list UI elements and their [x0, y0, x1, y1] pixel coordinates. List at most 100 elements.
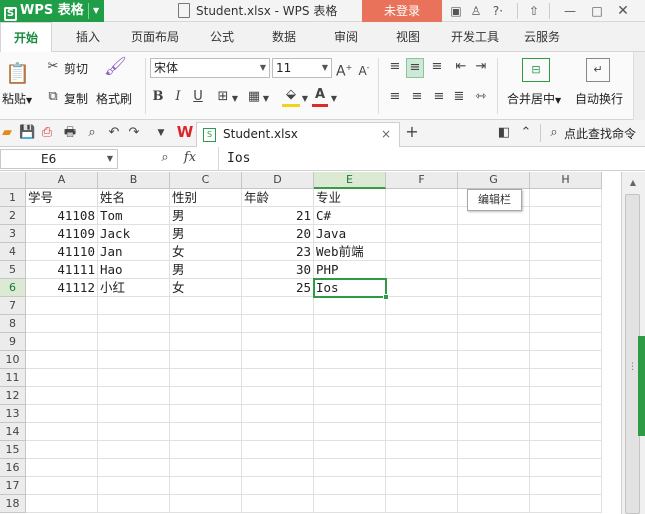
cell[interactable] [458, 297, 530, 315]
cell[interactable]: 25 [242, 279, 314, 297]
tab-data[interactable]: 数据 [262, 22, 306, 52]
cell[interactable] [386, 189, 458, 207]
cell[interactable]: PHP [314, 261, 386, 279]
cell[interactable] [386, 261, 458, 279]
font-color-icon[interactable]: A [312, 86, 328, 107]
cell[interactable] [458, 225, 530, 243]
cell[interactable]: Jack [98, 225, 170, 243]
select-all-corner[interactable] [0, 172, 26, 189]
cell[interactable] [26, 495, 98, 513]
cell[interactable] [26, 387, 98, 405]
cell[interactable]: 性别 [170, 189, 242, 207]
cell[interactable] [26, 315, 98, 333]
tab-developer[interactable]: 开发工具 [444, 22, 506, 52]
cell[interactable] [242, 297, 314, 315]
cell[interactable] [530, 333, 602, 351]
paste-button[interactable]: 粘贴▼ [2, 90, 32, 107]
cell[interactable] [26, 333, 98, 351]
cell[interactable] [530, 351, 602, 369]
cell[interactable] [98, 315, 170, 333]
cell[interactable]: 专业 [314, 189, 386, 207]
merge-center-button[interactable]: 合并居中▼ [507, 90, 561, 107]
cell[interactable] [314, 477, 386, 495]
close-icon[interactable]: ✕ [614, 2, 632, 20]
new-tab-icon[interactable]: + [404, 123, 420, 141]
tab-formulas[interactable]: 公式 [200, 22, 244, 52]
cell[interactable]: 23 [242, 243, 314, 261]
cell[interactable]: 男 [170, 207, 242, 225]
cell[interactable] [530, 207, 602, 225]
cell[interactable] [170, 333, 242, 351]
cell[interactable] [386, 225, 458, 243]
ribbon-scroll[interactable] [633, 52, 645, 120]
cell[interactable] [314, 369, 386, 387]
cell[interactable]: 41111 [26, 261, 98, 279]
cell[interactable] [242, 387, 314, 405]
cell[interactable] [242, 423, 314, 441]
cell[interactable] [530, 225, 602, 243]
fill-color-icon[interactable]: ⬙ [282, 86, 300, 107]
copy-icon[interactable]: ⧉ [44, 88, 62, 106]
cell[interactable]: Java [314, 225, 386, 243]
italic-button[interactable]: I [171, 88, 185, 106]
cell[interactable] [26, 369, 98, 387]
app-menu-button[interactable]: S WPS 表格 ▼ [0, 0, 104, 22]
cell[interactable] [26, 351, 98, 369]
cell[interactable] [26, 297, 98, 315]
wps-w-logo-icon[interactable]: W [176, 123, 194, 141]
row-header[interactable]: 6 [0, 279, 26, 297]
cell[interactable] [530, 477, 602, 495]
scroll-up-icon[interactable]: ▲ [626, 178, 640, 188]
cell[interactable]: 小红 [98, 279, 170, 297]
indent-increase-icon[interactable]: ⇥ [472, 58, 490, 76]
cell[interactable] [386, 495, 458, 513]
cell[interactable] [170, 459, 242, 477]
chevron-down-icon[interactable]: ▼ [231, 90, 239, 108]
cell[interactable] [98, 351, 170, 369]
cut-button[interactable]: 剪切 [64, 60, 88, 77]
cell[interactable] [314, 495, 386, 513]
cell-style-icon[interactable]: ▦ [246, 88, 262, 106]
tab-view[interactable]: 视图 [386, 22, 430, 52]
cell[interactable]: 21 [242, 207, 314, 225]
align-bottom-icon[interactable]: ≡ [428, 58, 446, 76]
justify-icon[interactable]: ≣ [450, 88, 468, 106]
undo-icon[interactable]: ↶ [106, 124, 122, 142]
cell[interactable] [242, 459, 314, 477]
row-header[interactable]: 18 [0, 495, 26, 513]
ribbon-toggle-icon[interactable]: ◧ [496, 124, 512, 142]
cell[interactable] [170, 369, 242, 387]
close-tab-icon[interactable]: × [381, 123, 391, 146]
cell[interactable] [386, 279, 458, 297]
row-header[interactable]: 1 [0, 189, 26, 207]
cell[interactable] [314, 297, 386, 315]
cell[interactable] [314, 387, 386, 405]
cell[interactable] [242, 405, 314, 423]
align-middle-icon[interactable]: ≡ [406, 58, 424, 78]
cell[interactable]: Jan [98, 243, 170, 261]
print-preview-icon[interactable]: ⌕ [84, 124, 100, 142]
cell[interactable]: 41109 [26, 225, 98, 243]
cell[interactable] [170, 297, 242, 315]
cell[interactable] [458, 495, 530, 513]
upload-icon[interactable]: ⇧ [525, 2, 543, 20]
cell[interactable] [314, 459, 386, 477]
align-right-icon[interactable]: ≡ [430, 88, 448, 106]
cell[interactable] [98, 333, 170, 351]
cell[interactable] [98, 405, 170, 423]
zoom-search-icon[interactable]: ⌕ [156, 149, 174, 167]
cell[interactable] [98, 423, 170, 441]
cell[interactable] [26, 423, 98, 441]
font-size-select[interactable]: 11 ▼ [272, 58, 332, 78]
cell[interactable] [386, 405, 458, 423]
cell[interactable] [458, 279, 530, 297]
decrease-font-icon[interactable]: A- [356, 59, 372, 80]
font-name-select[interactable]: 宋体 ▼ [150, 58, 270, 78]
copy-button[interactable]: 复制 [64, 90, 88, 107]
export-pdf-icon[interactable]: ⎙ [39, 124, 55, 142]
cell[interactable] [530, 297, 602, 315]
row-header[interactable]: 5 [0, 261, 26, 279]
column-header-g[interactable]: G [458, 172, 530, 189]
row-header[interactable]: 3 [0, 225, 26, 243]
cell[interactable] [314, 423, 386, 441]
